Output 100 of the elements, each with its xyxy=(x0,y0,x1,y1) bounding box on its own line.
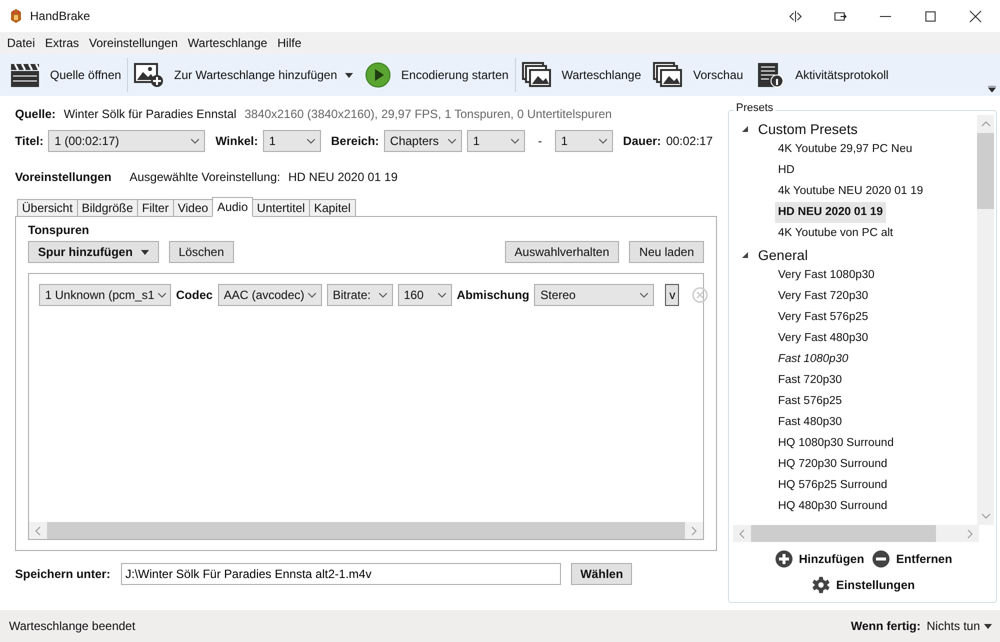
status-text: Warteschlange beendet xyxy=(9,619,136,633)
minus-icon xyxy=(872,550,890,568)
add-preset-button[interactable]: Hinzufügen xyxy=(774,550,864,568)
toolbar-button[interactable]: Quelle öffnen xyxy=(4,58,128,92)
source-name: Winter Sölk für Paradies Ennstal xyxy=(64,107,236,121)
chevron-icon xyxy=(378,292,387,298)
scroll-right-icon[interactable] xyxy=(967,528,973,538)
reload-button[interactable]: Neu laden xyxy=(629,241,704,263)
range-start-dropdown[interactable]: 1 xyxy=(467,130,526,152)
clapperboard-icon xyxy=(10,62,40,88)
scroll-up-icon[interactable] xyxy=(980,121,990,127)
title-dropdown[interactable]: 1 (00:02:17) xyxy=(48,130,206,152)
menu-item[interactable]: Warteschlange xyxy=(182,36,272,50)
chevron-icon xyxy=(191,138,200,144)
tab[interactable]: Audio xyxy=(212,197,253,217)
mixdown-dropdown[interactable]: Stereo xyxy=(534,284,654,306)
tab[interactable]: Untertitel xyxy=(252,199,310,217)
chevron-icon xyxy=(438,292,446,298)
source-label: Quelle: xyxy=(15,107,56,121)
maximize-icon[interactable] xyxy=(924,10,937,22)
close-icon[interactable] xyxy=(969,10,982,22)
overflow-icon[interactable] xyxy=(988,86,996,92)
preset-item[interactable]: 4K Youtube von PC alt xyxy=(775,223,896,244)
vertical-scrollbar[interactable] xyxy=(977,115,994,525)
preset-item[interactable]: Fast 576p25 xyxy=(775,391,845,412)
menu-item[interactable]: Extras xyxy=(40,36,84,50)
toolbar-button[interactable]: Encodierung starten xyxy=(359,58,515,92)
toolbar-button[interactable]: Warteschlange xyxy=(516,58,648,92)
tab[interactable]: Übersicht xyxy=(17,199,78,217)
delete-button[interactable]: Löschen xyxy=(168,241,234,263)
add-image-icon xyxy=(134,62,164,88)
play-icon xyxy=(365,62,392,88)
tablet-mode-icon[interactable] xyxy=(834,10,847,22)
settings-button[interactable]: Einstellungen xyxy=(812,576,915,594)
track-dropdown[interactable]: 1 Unknown (pcm_s1 xyxy=(39,284,171,306)
images-icon xyxy=(653,62,684,88)
preset-item[interactable]: Very Fast 1080p30 xyxy=(775,265,878,286)
codec-dropdown[interactable]: AAC (avcodec) xyxy=(218,284,322,306)
choose-button[interactable]: Wählen xyxy=(571,563,632,585)
split-icon[interactable] xyxy=(789,10,802,22)
tab[interactable]: Kapitel xyxy=(308,199,356,217)
preset-item[interactable]: Very Fast 480p30 xyxy=(775,328,872,349)
scroll-right-icon[interactable] xyxy=(691,526,697,536)
tab[interactable]: Video xyxy=(172,199,214,217)
remove-preset-button[interactable]: Entfernen xyxy=(872,550,952,568)
remove-track-icon[interactable] xyxy=(692,287,708,303)
menu-item[interactable]: Hilfe xyxy=(272,36,306,50)
preset-item[interactable]: HQ 480p30 Surround xyxy=(775,496,890,517)
toolbar-button[interactable]: Aktivitätsprotokoll xyxy=(749,58,895,92)
preset-item[interactable]: HQ 720p30 Surround xyxy=(775,454,890,475)
scroll-left-icon[interactable] xyxy=(739,528,745,538)
range-end-dropdown[interactable]: 1 xyxy=(555,130,614,152)
kbps-dropdown[interactable]: 160 xyxy=(398,284,452,306)
chevron-icon xyxy=(599,138,608,144)
preset-item[interactable]: 4K Youtube 29,97 PC Neu xyxy=(775,139,916,160)
preset-group[interactable]: Custom Presets xyxy=(733,118,977,139)
chevron-icon xyxy=(448,138,456,144)
preset-item[interactable]: Very Fast 720p30 xyxy=(775,286,872,307)
tab[interactable]: Filter xyxy=(137,199,174,217)
caret-icon xyxy=(140,250,149,254)
chevron-icon xyxy=(511,138,520,144)
preset-item[interactable]: HQ 576p25 Surround xyxy=(775,475,890,496)
settings-icon xyxy=(812,576,830,594)
window-title: HandBrake xyxy=(30,9,90,23)
menu-item[interactable]: Datei xyxy=(2,36,40,50)
preset-item[interactable]: Very Fast 576p25 xyxy=(775,307,872,328)
scroll-down-icon[interactable] xyxy=(980,513,990,519)
preset-item[interactable]: Fast 720p30 xyxy=(775,370,845,391)
when-done-dropdown[interactable]: Nichts tun xyxy=(926,619,992,633)
horizontal-scrollbar[interactable] xyxy=(733,525,979,542)
scroll-thumb[interactable] xyxy=(977,133,994,209)
toolbar-button[interactable]: Zur Warteschlange hinzufügen xyxy=(128,58,360,92)
preset-item[interactable]: Fast 1080p30 xyxy=(775,349,852,370)
chevron-icon xyxy=(308,292,316,298)
chevron-icon xyxy=(307,138,316,144)
selection-behavior-button[interactable]: Auswahlverhalten xyxy=(504,241,620,263)
caret-icon xyxy=(345,72,354,78)
preset-item[interactable]: HD xyxy=(775,160,798,181)
scroll-thumb[interactable] xyxy=(751,525,936,542)
range-type-dropdown[interactable]: Chapters xyxy=(384,130,462,152)
angle-dropdown[interactable]: 1 xyxy=(263,130,322,152)
save-as-label: Speichern unter: xyxy=(15,567,110,581)
toolbar-button[interactable]: Vorschau xyxy=(647,58,750,92)
preset-item[interactable]: Fast 480p30 xyxy=(775,412,845,433)
tab[interactable]: Bildgröße xyxy=(76,199,138,217)
more-options-button[interactable]: v xyxy=(665,284,680,306)
scroll-left-icon[interactable] xyxy=(35,526,41,536)
mixdown-label: Abmischung xyxy=(456,288,530,302)
preset-item[interactable]: HD NEU 2020 01 19 xyxy=(775,202,886,223)
images-icon xyxy=(522,62,552,88)
expanded-triangle-icon[interactable] xyxy=(741,250,749,258)
rate-mode-dropdown[interactable]: Bitrate: xyxy=(326,284,393,306)
add-track-button[interactable]: Spur hinzufügen xyxy=(28,241,159,263)
preset-group[interactable]: General xyxy=(733,244,977,265)
preset-item[interactable]: HQ 1080p30 Surround xyxy=(775,433,897,454)
menu-item[interactable]: Voreinstellungen xyxy=(84,36,183,50)
save-path-field[interactable]: J:\Winter Sölk Für Paradies Ennsta alt2-1.m4v xyxy=(121,563,562,585)
chevron-icon xyxy=(158,292,166,298)
expanded-triangle-icon[interactable] xyxy=(741,124,749,132)
preset-item[interactable]: 4k Youtube NEU 2020 01 19 xyxy=(775,181,926,202)
